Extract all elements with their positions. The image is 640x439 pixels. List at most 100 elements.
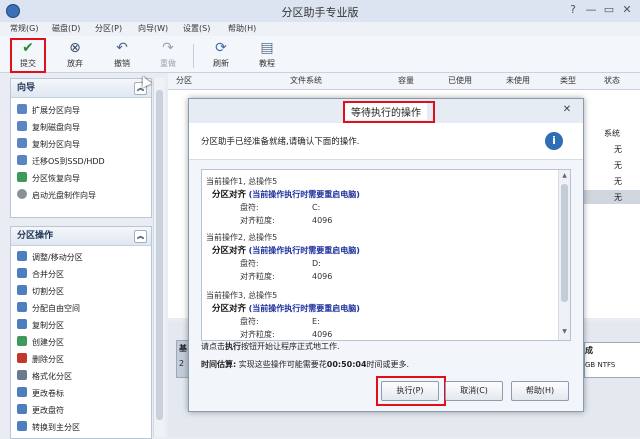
split-icon [17,285,27,295]
wizard-copy-partition[interactable]: 复制分区向导 [11,136,151,153]
menu-disk[interactable]: 磁盘(D) [52,23,80,34]
operations-list[interactable]: 当前操作1, 总操作5 分区对齐 (当前操作执行时需要重启电脑) 盘符: C: 对… [201,169,571,341]
wizard-partition-recovery[interactable]: 分区恢复向导 [11,170,151,187]
op-label: 合并分区 [32,270,64,279]
col-status[interactable]: 状态 [604,74,620,88]
undo-label: 撤销 [114,59,130,68]
wizard-item-label: 分区恢复向导 [32,174,80,183]
op-delete[interactable]: 删除分区 [11,351,151,368]
disk-fragment: 2 [179,359,185,368]
op-split[interactable]: 切割分区 [11,283,151,300]
wizard-item-label: 启动光盘制作向导 [32,191,96,200]
discard-button[interactable]: ⊗ 放弃 [60,40,90,70]
operation-item: 当前操作2, 总操作5 分区对齐 (当前操作执行时需要重启电脑) 盘符: D: 对… [206,232,360,282]
redo-label: 重做 [160,59,176,68]
col-filesystem[interactable]: 文件系统 [290,74,322,88]
partition-block[interactable]: 成 GB NTFS [584,342,640,378]
operations-scrollbar[interactable]: ▲ ▼ [558,170,570,340]
status-cell: 无 [614,193,622,202]
scrollbar-thumb[interactable] [156,90,163,420]
operation-item: 当前操作1, 总操作5 分区对齐 (当前操作执行时需要重启电脑) 盘符: C: 对… [206,176,360,226]
partition-ops-header[interactable]: 分区操作 ︽ [11,227,151,246]
redo-icon: ↷ [162,40,174,56]
drive-value: D: [312,259,321,268]
letter-icon [17,404,27,414]
menu-general[interactable]: 常规(G) [10,23,38,34]
op-label: 切割分区 [32,287,64,296]
wizard-migrate-os[interactable]: 迁移OS到SSD/HDD [11,153,151,170]
scroll-up-icon[interactable]: ▲ [560,172,569,181]
granularity-value: 4096 [312,272,333,281]
help-window-button[interactable]: ? [566,3,580,17]
operation-header: 当前操作3, 总操作5 [206,291,278,300]
wizard-panel-header[interactable]: 向导 ︽ [11,79,151,98]
op-change-letter[interactable]: 更改盘符 [11,402,151,419]
col-used[interactable]: 已使用 [448,74,472,88]
disc-icon [17,189,27,199]
op-resize-move[interactable]: 调整/移动分区 [11,249,151,266]
menu-help[interactable]: 帮助(H) [228,23,256,34]
maximize-button[interactable]: ▭ [602,3,616,17]
minimize-button[interactable]: — [584,3,598,17]
op-label: 删除分区 [32,355,64,364]
execute-button[interactable]: 执行(P) [381,381,439,401]
collapse-icon[interactable]: ︽ [134,230,147,243]
drive-value: E: [312,317,320,326]
wizard-boot-disc[interactable]: 启动光盘制作向导 [11,187,151,204]
scrollbar-thumb[interactable] [561,184,568,302]
op-merge[interactable]: 合并分区 [11,266,151,283]
status-cell: 系统 [604,129,620,138]
partition-fragment: GB NTFS [585,361,616,369]
wizard-extend-partition[interactable]: 扩展分区向导 [11,102,151,119]
menu-partition[interactable]: 分区(P) [95,23,122,34]
checkmark-icon: ✔ [22,40,34,56]
operation-note: (当前操作执行时需要重启电脑) [248,246,360,255]
commit-button[interactable]: ✔ 提交 [10,38,46,73]
cancel-button[interactable]: 取消(C) [445,381,503,401]
col-capacity[interactable]: 容量 [398,74,414,88]
op-format[interactable]: 格式化分区 [11,368,151,385]
toolbar-separator [193,44,194,68]
hint-bold: 执行 [225,342,241,351]
refresh-icon: ⟳ [215,40,227,56]
discard-label: 放弃 [67,59,83,68]
menu-bar: 常规(G) 磁盘(D) 分区(P) 向导(W) 设置(S) 帮助(H) [0,22,640,36]
resize-icon [17,251,27,261]
left-panel-scrollbar[interactable] [153,78,165,437]
col-partition[interactable]: 分区 [176,74,192,88]
discard-icon: ⊗ [69,40,81,56]
scroll-down-icon[interactable]: ▼ [560,328,569,337]
undo-button[interactable]: ↶ 撤销 [107,40,137,70]
op-change-label[interactable]: 更改卷标 [11,385,151,402]
refresh-button[interactable]: ⟳ 刷新 [206,40,236,70]
operation-item: 当前操作3, 总操作5 分区对齐 (当前操作执行时需要重启电脑) 盘符: E: 对… [206,290,360,340]
tutorial-button[interactable]: ▤ 教程 [252,40,282,70]
operation-name: 分区对齐 [212,246,247,256]
op-create[interactable]: 创建分区 [11,334,151,351]
wizard-item-label: 复制分区向导 [32,140,80,149]
wizard-item-label: 扩展分区向导 [32,106,80,115]
op-copy[interactable]: 复制分区 [11,317,151,334]
op-convert-primary[interactable]: 转换到主分区 [11,419,151,436]
create-icon [17,336,27,346]
wizard-copy-disk[interactable]: 复制磁盘向导 [11,119,151,136]
col-type[interactable]: 类型 [560,74,576,88]
dialog-close-icon[interactable]: ✕ [559,103,575,117]
time-estimate: 时间估算: 实现这些操作可能需要花00:50:04时间或更多. [201,359,409,370]
op-label: 复制分区 [32,321,64,330]
menu-settings[interactable]: 设置(S) [183,23,210,34]
menu-wizard[interactable]: 向导(W) [138,23,168,34]
merge-icon [17,268,27,278]
col-unused[interactable]: 未使用 [506,74,530,88]
intro-text: 分区助手已经准备就绪,请确认下面的操作. [201,137,360,147]
op-allocate-space[interactable]: 分配自由空间 [11,300,151,317]
redo-button[interactable]: ↷ 重做 [153,40,183,70]
op-label: 调整/移动分区 [32,253,83,262]
close-button[interactable]: ✕ [620,3,634,17]
help-button[interactable]: 帮助(H) [511,381,569,401]
drive-value: C: [312,203,321,212]
operation-note: (当前操作执行时需要重启电脑) [248,190,360,199]
status-cell: 无 [614,161,622,170]
dialog-intro: 分区助手已经准备就绪,请确认下面的操作. i [189,123,583,160]
title-bar: 分区助手专业版 ? — ▭ ✕ [0,0,640,23]
